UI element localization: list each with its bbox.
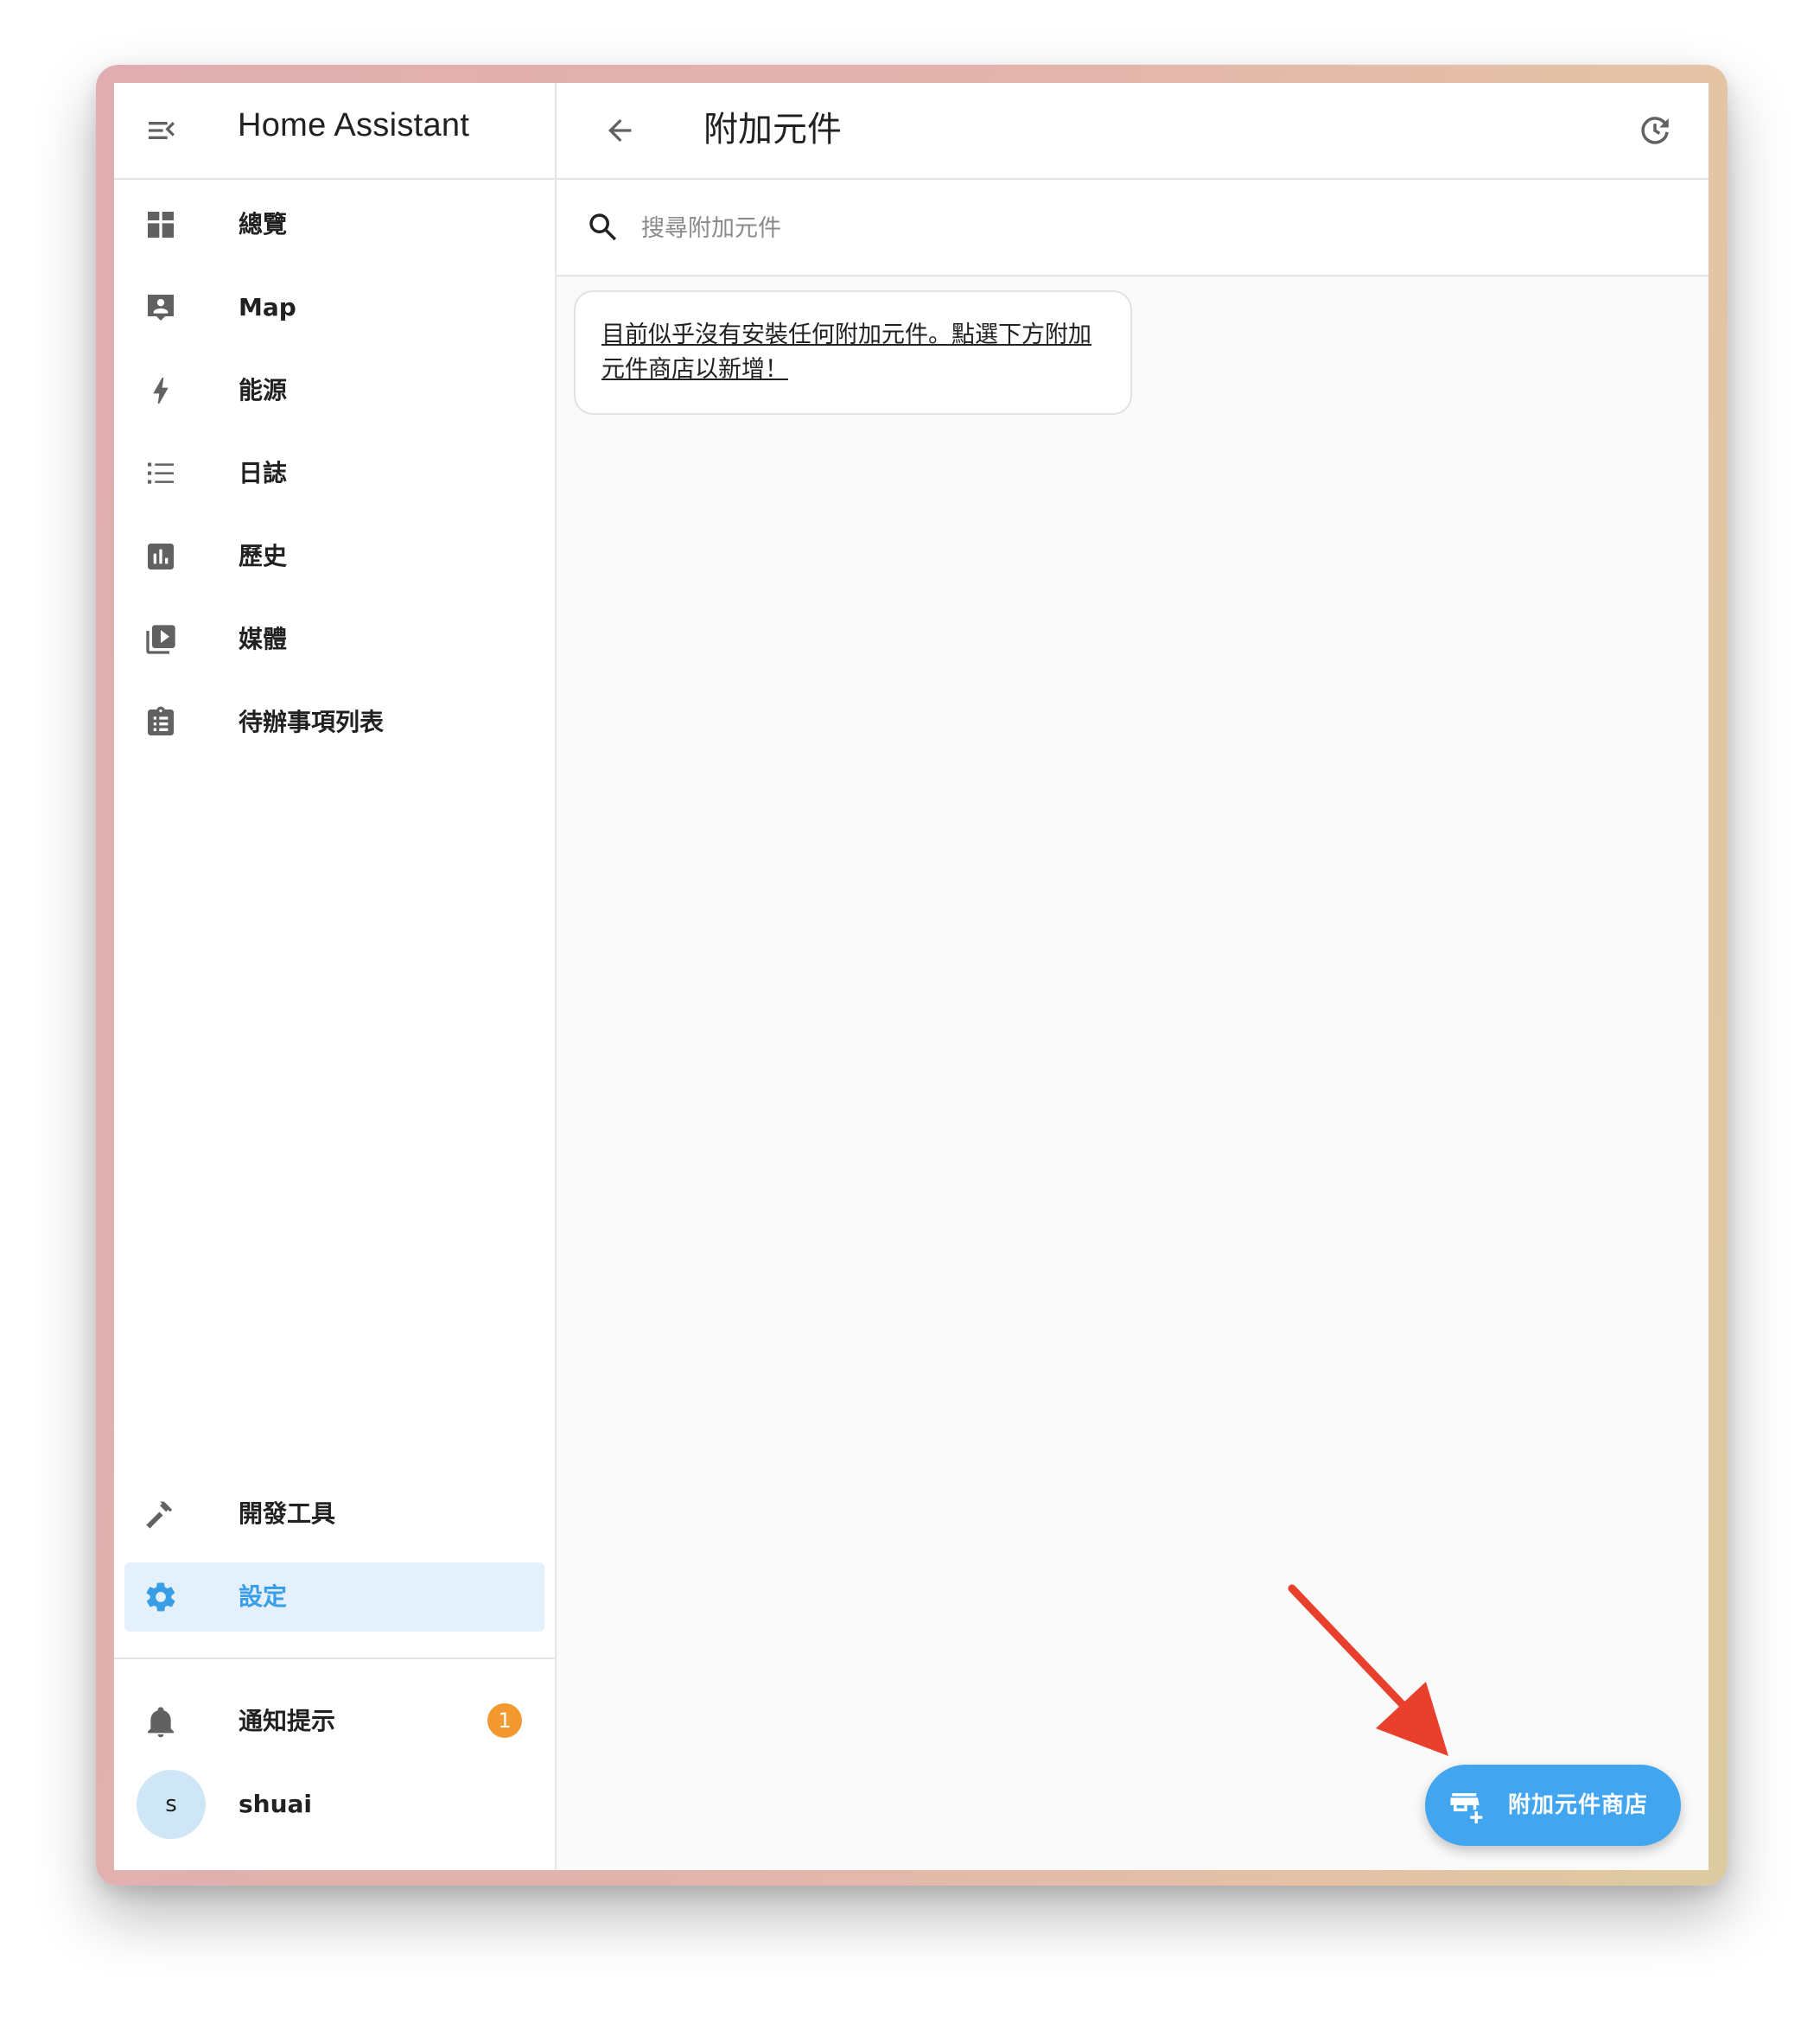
- search-input[interactable]: [640, 206, 1680, 251]
- menu-toggle-button[interactable]: [133, 102, 190, 159]
- lightning-bolt-icon: [143, 373, 178, 408]
- reload-button[interactable]: [1626, 102, 1683, 159]
- menu-open-icon: [149, 122, 175, 139]
- sidebar-header: Home Assistant: [114, 83, 555, 180]
- sidebar-item-profile[interactable]: s shuai: [124, 1770, 544, 1839]
- dashboard-icon: [143, 207, 178, 242]
- arrow-left-icon: [608, 118, 632, 143]
- store-plus-icon: [1448, 1787, 1484, 1823]
- sidebar-item-energy[interactable]: 能源: [124, 356, 544, 425]
- map-account-icon: [143, 290, 178, 325]
- search-bar: [557, 180, 1709, 277]
- user-name: shuai: [239, 1790, 313, 1818]
- sidebar-item-history[interactable]: 歷史: [124, 522, 544, 591]
- sidebar-item-label: 設定: [239, 1582, 288, 1611]
- app-title: Home Assistant: [238, 107, 470, 143]
- sidebar-item-label: 待辦事項列表: [239, 708, 385, 736]
- empty-state-link[interactable]: 目前似乎沒有安裝任何附加元件。點選下方附加元件商店以新增！: [601, 318, 1111, 387]
- page-title: 附加元件: [703, 110, 842, 150]
- sidebar-item-label: 日誌: [239, 459, 288, 487]
- sidebar-item-label: Map: [239, 293, 296, 321]
- sidebar-item-label: 能源: [239, 376, 288, 404]
- chart-box-icon: [143, 539, 178, 574]
- hammer-icon: [143, 1497, 178, 1531]
- sidebar-item-label: 媒體: [239, 625, 288, 653]
- format-list-bulleted-icon: [143, 456, 178, 491]
- sidebar-item-notifications[interactable]: 通知提示 1: [124, 1687, 544, 1756]
- main-content: 附加元件 目前似乎沒有安裝任何附加元件。點選下方附加元件商店以新增！: [557, 83, 1709, 1870]
- sidebar-item-label: 歷史: [239, 542, 288, 570]
- sidebar-item-label: 開發工具: [239, 1499, 336, 1528]
- cog-icon: [143, 1580, 178, 1614]
- avatar: s: [137, 1770, 206, 1839]
- sidebar-item-logbook[interactable]: 日誌: [124, 439, 544, 508]
- sidebar-item-media[interactable]: 媒體: [124, 605, 544, 674]
- bell-icon: [143, 1704, 178, 1739]
- app-window: Home Assistant 總覽 Map 能源 日誌 歷史 媒體 待辦事項列表…: [114, 83, 1709, 1870]
- sidebar-item-map[interactable]: Map: [124, 273, 544, 342]
- notification-count-badge: 1: [487, 1703, 522, 1738]
- empty-state-card: 目前似乎沒有安裝任何附加元件。點選下方附加元件商店以新增！: [574, 290, 1132, 415]
- search-icon: [584, 208, 622, 246]
- sidebar-item-label: 總覽: [239, 210, 288, 239]
- sidebar-item-settings[interactable]: 設定: [124, 1562, 544, 1632]
- sidebar: Home Assistant 總覽 Map 能源 日誌 歷史 媒體 待辦事項列表…: [114, 83, 557, 1870]
- top-app-bar: 附加元件: [557, 83, 1709, 180]
- sidebar-item-overview[interactable]: 總覽: [124, 190, 544, 259]
- sidebar-divider: [114, 1658, 555, 1659]
- play-box-multiple-icon: [143, 622, 178, 657]
- addon-store-button[interactable]: 附加元件商店: [1425, 1765, 1681, 1846]
- back-button[interactable]: [591, 102, 648, 159]
- sidebar-item-label: 通知提示: [239, 1707, 336, 1735]
- refresh-clock-icon: [1641, 117, 1669, 144]
- clipboard-list-icon: [143, 705, 178, 740]
- sidebar-item-developer-tools[interactable]: 開發工具: [124, 1479, 544, 1549]
- addon-store-button-label: 附加元件商店: [1508, 1792, 1649, 1818]
- sidebar-item-todo[interactable]: 待辦事項列表: [124, 688, 544, 757]
